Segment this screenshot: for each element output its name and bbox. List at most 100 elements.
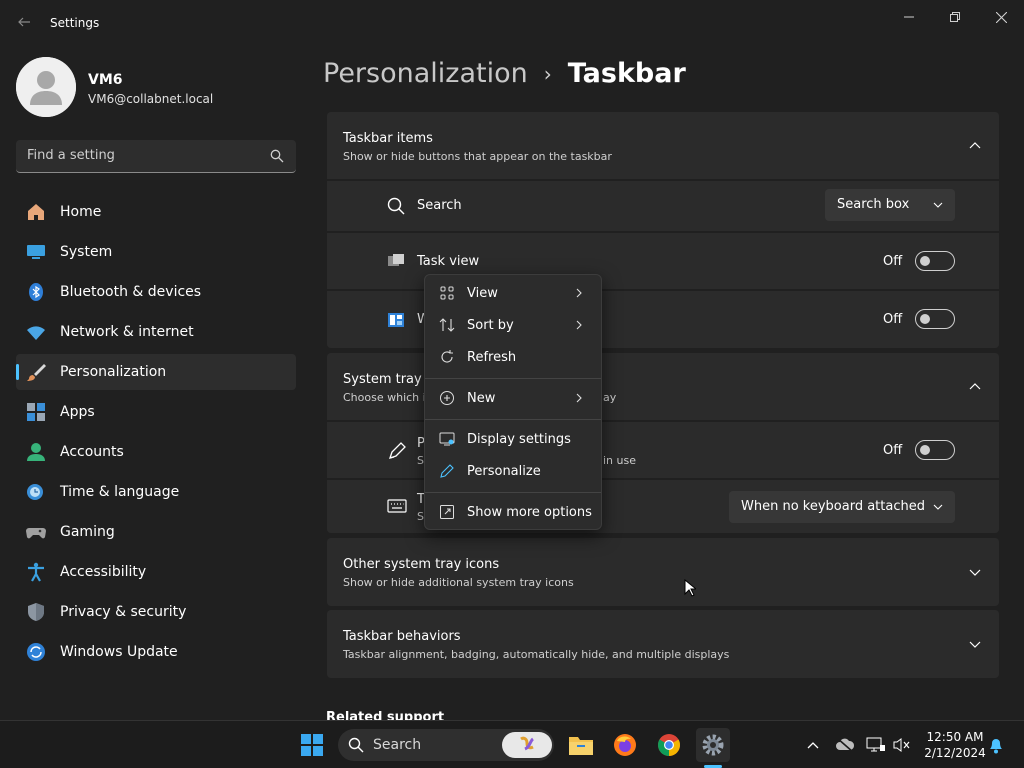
sidebar-item-personalization[interactable]: Personalization [16,354,296,390]
clock-time: 12:50 AM [926,730,984,744]
menu-item-label: Refresh [467,349,517,365]
grid-icon [439,285,455,301]
mouse-cursor-icon [684,579,696,597]
search-icon [270,149,284,163]
update-icon [26,642,46,662]
sidebar-item-home[interactable]: Home [16,194,296,230]
menu-item-refresh[interactable]: Refresh [429,342,597,372]
row-subtitle: S [417,454,424,467]
menu-item-label: Display settings [467,431,571,447]
sidebar-item-label: Home [60,204,102,220]
title-bar: Settings [0,0,1024,48]
pen-icon [439,463,455,479]
menu-item-label: Personalize [467,463,541,479]
sidebar-item-system[interactable]: System [16,234,296,270]
menu-item-sort-by[interactable]: Sort by [429,310,597,340]
system-icon [26,242,46,262]
pen-menu-toggle[interactable] [915,440,955,460]
sidebar-item-label: Network & internet [60,324,194,340]
notifications-button[interactable] [986,735,1006,755]
menu-item-new[interactable]: New [429,383,597,413]
start-button[interactable] [295,728,329,762]
gear-icon [702,734,724,756]
nav-list: Home System Bluetooth & devices Network … [16,194,296,674]
menu-item-personalize[interactable]: Personalize [429,456,597,486]
search-input[interactable]: Find a setting [16,140,296,173]
taskbar-items-header[interactable]: Taskbar items Show or hide buttons that … [327,112,999,180]
firefox-button[interactable] [608,728,642,762]
row-label: Search [417,198,462,213]
minimize-button[interactable] [886,6,932,28]
section-title: Taskbar items [343,131,433,146]
chevron-right-icon [576,393,582,403]
settings-app-button[interactable] [696,728,730,762]
breadcrumb-parent[interactable]: Personalization [323,58,528,89]
menu-item-view[interactable]: View [429,278,597,308]
section-title: Other system tray icons [343,557,500,572]
row-subtitle: S [417,510,424,523]
sidebar-item-bluetooth[interactable]: Bluetooth & devices [16,274,296,310]
avatar[interactable] [16,57,76,117]
section-subtitle: Choose which i [343,391,426,404]
dropdown-value: Search box [837,197,910,212]
toggle-knob [920,445,930,455]
chevron-up-icon [807,742,819,749]
file-explorer-button[interactable] [564,728,598,762]
folder-icon [569,737,593,755]
brush-icon [26,362,46,382]
back-button[interactable] [14,14,34,34]
volume-muted-icon [893,738,910,752]
sidebar-item-accounts[interactable]: Accounts [16,434,296,470]
chrome-button[interactable] [652,728,686,762]
search-highlight-badge [502,732,552,758]
system-clock[interactable]: 12:50 AM 2/12/2024 [920,729,990,761]
section-title: Taskbar behaviors [343,629,461,644]
sidebar-item-label: Accessibility [60,564,147,580]
menu-separator [425,419,601,420]
menu-item-display-settings[interactable]: Display settings [429,424,597,454]
context-menu: View Sort by Refresh New Display setting… [424,274,602,530]
sidebar-item-label: Gaming [60,524,115,540]
onedrive-button[interactable] [835,735,855,755]
section-subtitle-tail: ay [603,391,617,404]
shield-icon [26,602,46,622]
other-tray-icons-section[interactable]: Other system tray icons Show or hide add… [327,538,999,606]
close-button[interactable] [978,6,1024,28]
menu-item-show-more-options[interactable]: Show more options [429,497,597,527]
restore-icon [950,12,960,22]
back-arrow-icon [18,17,30,27]
sidebar-item-label: Apps [60,404,95,420]
search-icon [387,197,405,215]
search-mode-dropdown[interactable]: Search box [825,189,955,221]
apps-icon [26,402,46,422]
windows-taskbar: Search 12:50 AM 2/12/2024 [0,720,1024,768]
dropdown-value: When no keyboard attached [741,499,925,514]
sidebar-item-network[interactable]: Network & internet [16,314,296,350]
user-name: VM6 [88,72,123,88]
task-view-toggle[interactable] [915,251,955,271]
chevron-right-icon [576,288,582,298]
clock-icon [26,482,46,502]
sidebar-item-time-language[interactable]: Time & language [16,474,296,510]
sidebar-item-label: Windows Update [60,644,178,660]
volume-button[interactable] [892,735,912,755]
sidebar-item-apps[interactable]: Apps [16,394,296,430]
taskbar-search-box[interactable]: Search [338,729,554,761]
touch-keyboard-dropdown[interactable]: When no keyboard attached [729,491,955,523]
section-subtitle: Taskbar alignment, badging, automaticall… [343,648,730,661]
restore-button[interactable] [932,6,978,28]
wifi-icon [26,322,46,342]
firefox-icon [614,734,636,756]
sidebar-item-windows-update[interactable]: Windows Update [16,634,296,670]
pen-icon [388,442,406,460]
widgets-icon [388,313,404,327]
sidebar-item-accessibility[interactable]: Accessibility [16,554,296,590]
taskbar-behaviors-section[interactable]: Taskbar behaviors Taskbar alignment, bad… [327,610,999,678]
network-button[interactable] [866,735,886,755]
show-hidden-icons-button[interactable] [803,735,823,755]
page-title: Taskbar [567,58,686,89]
copilot-icon [520,736,535,751]
sidebar-item-privacy[interactable]: Privacy & security [16,594,296,630]
widgets-toggle[interactable] [915,309,955,329]
sidebar-item-gaming[interactable]: Gaming [16,514,296,550]
